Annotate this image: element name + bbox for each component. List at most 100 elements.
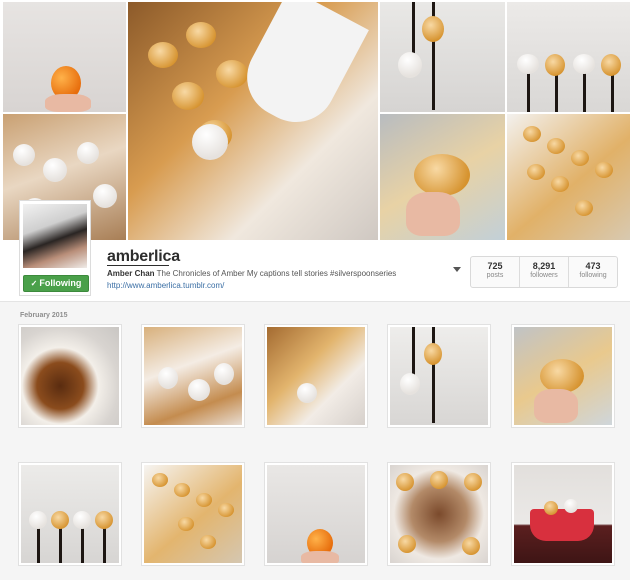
- puff: [51, 511, 69, 529]
- photo-thumbnail[interactable]: [387, 462, 491, 566]
- photo-thumbnail[interactable]: [264, 462, 368, 566]
- puff: [148, 42, 178, 68]
- puff: [545, 54, 565, 76]
- month-heading: February 2015: [20, 312, 68, 319]
- photo: [514, 327, 612, 425]
- photo-thumbnail[interactable]: [511, 324, 615, 428]
- stats-box: 725 posts 8,291 followers 473 following: [470, 256, 618, 288]
- meringue: [192, 124, 228, 160]
- photo: [144, 465, 242, 563]
- photo-thumbnail[interactable]: [18, 324, 122, 428]
- meringue: [77, 142, 99, 164]
- photo: [514, 465, 612, 563]
- meringue: [398, 52, 422, 78]
- cover-tile-piping[interactable]: [128, 2, 378, 240]
- photo: [390, 327, 488, 425]
- hand: [301, 551, 339, 563]
- puff: [172, 82, 204, 110]
- meringue: [158, 367, 178, 389]
- puff: [547, 138, 565, 154]
- photo: [267, 327, 365, 425]
- photo-thumbnail[interactable]: [511, 462, 615, 566]
- photo-thumbnail[interactable]: [141, 462, 245, 566]
- puff: [216, 60, 248, 88]
- photo: [144, 327, 242, 425]
- stat-following[interactable]: 473 following: [569, 257, 617, 287]
- photo: [21, 327, 119, 425]
- cover-mosaic: [0, 0, 630, 242]
- meringue: [564, 499, 578, 513]
- muffin: [396, 473, 414, 491]
- photo-thumbnail[interactable]: [18, 462, 122, 566]
- check-icon: ✓: [30, 279, 38, 288]
- puff: [196, 493, 212, 507]
- stat-label: following: [579, 272, 607, 279]
- muffin: [462, 537, 480, 555]
- muffin: [398, 535, 416, 553]
- puff: [523, 126, 541, 142]
- hand: [406, 192, 460, 236]
- puff: [186, 22, 216, 48]
- stick: [432, 327, 435, 423]
- meringue: [29, 511, 47, 529]
- bio: Amber Chan The Chronicles of Amber My ca…: [107, 269, 452, 278]
- cover-tile-rack[interactable]: [507, 114, 630, 240]
- meringue: [297, 383, 317, 403]
- bio-text: The Chronicles of Amber My captions tell…: [156, 269, 397, 278]
- meringue: [214, 363, 234, 385]
- photo-thumbnail[interactable]: [141, 324, 245, 428]
- meringue: [573, 54, 595, 74]
- cover-tile-pops[interactable]: [507, 2, 630, 112]
- photo: [21, 465, 119, 563]
- photo: [267, 465, 365, 563]
- username[interactable]: amberlica: [107, 248, 180, 266]
- photo: [390, 465, 488, 563]
- muffin: [464, 473, 482, 491]
- avatar[interactable]: [23, 204, 87, 268]
- meringue: [517, 54, 539, 74]
- stat-posts[interactable]: 725 posts: [471, 257, 520, 287]
- puff: [218, 503, 234, 517]
- muffin: [430, 471, 448, 489]
- stat-label: followers: [530, 272, 558, 279]
- puff: [575, 200, 593, 216]
- piping-bag: [233, 2, 369, 137]
- meringue: [43, 158, 67, 182]
- cover-tile-hand-puff[interactable]: [380, 114, 505, 240]
- puff: [527, 164, 545, 180]
- puff: [551, 176, 569, 192]
- puff: [424, 343, 442, 365]
- meringue: [73, 511, 91, 529]
- puff: [422, 16, 444, 42]
- stat-value: 8,291: [532, 261, 556, 271]
- puff: [200, 535, 216, 549]
- stat-value: 725: [487, 261, 503, 271]
- meringue: [188, 379, 210, 401]
- stat-followers[interactable]: 8,291 followers: [520, 257, 569, 287]
- full-name: Amber Chan: [107, 269, 155, 278]
- meringue: [93, 184, 117, 208]
- puff: [95, 511, 113, 529]
- cover-tile-orange[interactable]: [3, 2, 126, 112]
- puff: [601, 54, 621, 76]
- puff: [174, 483, 190, 497]
- photo-thumbnail[interactable]: [387, 324, 491, 428]
- photo-thumbnail[interactable]: [264, 324, 368, 428]
- caret-down-icon[interactable]: [453, 267, 461, 272]
- username-underline: [107, 265, 169, 266]
- hand: [45, 94, 91, 112]
- puff: [414, 154, 470, 196]
- puff: [595, 162, 613, 178]
- puff: [571, 150, 589, 166]
- stat-value: 473: [585, 261, 601, 271]
- following-button[interactable]: ✓ Following: [23, 275, 89, 292]
- instagram-profile-page: ✓ Following amberlica Amber Chan The Chro…: [0, 0, 630, 580]
- meringue: [400, 373, 420, 395]
- puff: [544, 501, 558, 515]
- puff: [178, 517, 194, 531]
- following-label: Following: [39, 278, 82, 288]
- website-link[interactable]: http://www.amberlica.tumblr.com/: [107, 281, 224, 290]
- stat-label: posts: [486, 272, 504, 279]
- cover-tile-sticks[interactable]: [380, 2, 505, 112]
- puff: [540, 359, 584, 393]
